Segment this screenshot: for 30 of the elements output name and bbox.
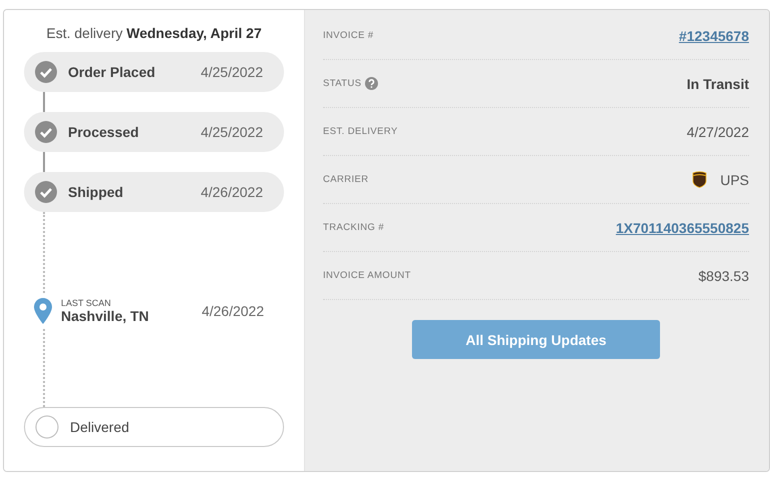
- detail-value: 4/27/2022: [686, 124, 749, 140]
- detail-label: STATUS: [323, 78, 362, 89]
- step-label: Processed: [68, 124, 140, 140]
- location-pin-icon: [34, 298, 52, 324]
- detail-label: INVOICE AMOUNT: [323, 270, 411, 281]
- detail-value: UPS: [720, 172, 749, 188]
- step-date: 4/25/2022: [200, 124, 263, 140]
- check-icon: [35, 181, 57, 203]
- detail-label: INVOICE #: [323, 30, 374, 41]
- step-date: 4/26/2022: [200, 184, 263, 200]
- detail-value: In Transit: [686, 76, 749, 92]
- step-date: 4/26/2022: [202, 303, 264, 319]
- step-label: Order Placed: [68, 64, 156, 80]
- check-icon: [35, 121, 57, 143]
- detail-label: TRACKING #: [323, 222, 384, 233]
- step-date: 4/25/2022: [200, 64, 263, 80]
- detail-link[interactable]: 1X701140365550825: [616, 220, 749, 236]
- detail-link[interactable]: #12345678: [678, 28, 749, 44]
- scan-caption: LAST SCAN: [61, 298, 112, 308]
- check-icon: [35, 61, 57, 83]
- detail-label: EST. DELIVERY: [323, 126, 398, 137]
- detail-label: CARRIER: [323, 174, 369, 185]
- scan-location: Nashville, TN: [61, 308, 150, 324]
- detail-value: $893.53: [698, 268, 749, 284]
- step-label: Shipped: [68, 184, 124, 200]
- estimated-delivery: Est. delivery Wednesday, April 27: [45, 24, 263, 43]
- step-label: Delivered: [70, 419, 130, 435]
- empty-circle-icon: [35, 415, 59, 439]
- shield-icon: [692, 171, 708, 188]
- shipping-updates-button[interactable]: All Shipping Updates: [412, 320, 660, 359]
